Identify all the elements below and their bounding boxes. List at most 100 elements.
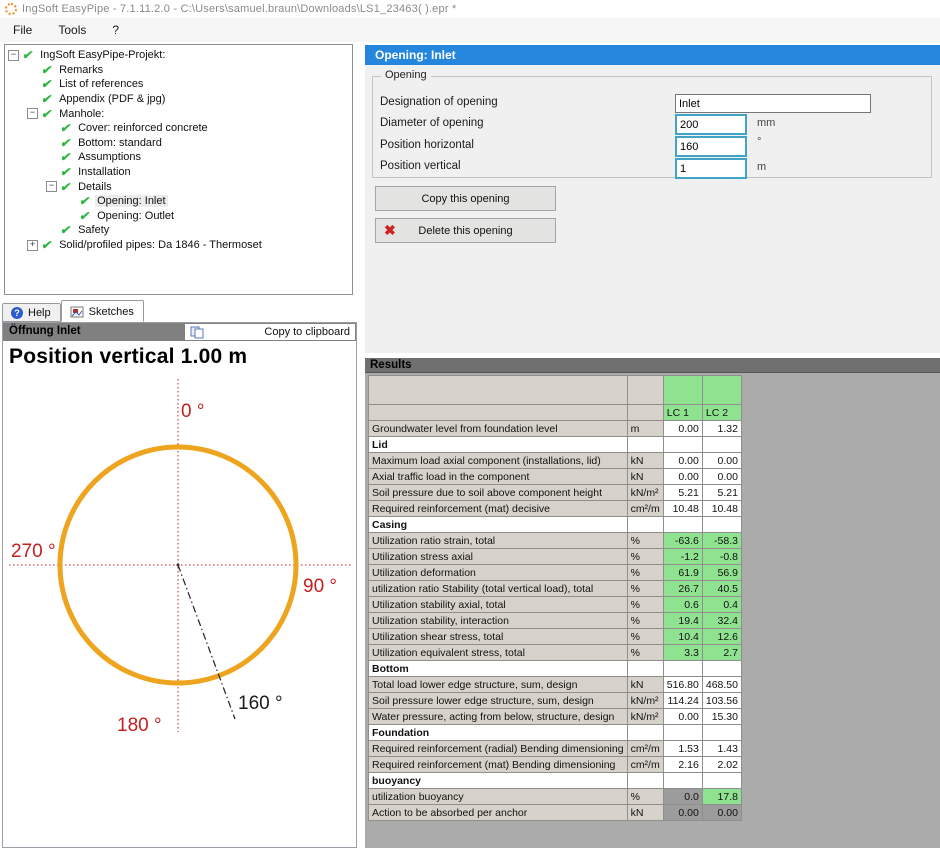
delete-opening-button[interactable]: ✖ Delete this opening (375, 218, 556, 243)
result-label-cell: Maximum load axial component (installati… (369, 453, 628, 469)
result-lc2-cell: 0.00 (702, 805, 741, 821)
result-label-cell: Required reinforcement (mat) decisive (369, 501, 628, 517)
tree-item[interactable]: ✔Assumptions (5, 150, 352, 165)
green-check-icon: ✔ (60, 223, 73, 237)
tree-item[interactable]: −✔Details (5, 179, 352, 194)
results-data-row: Soil pressure lower edge structure, sum,… (369, 693, 742, 709)
menu-bar: File Tools ? (0, 18, 940, 42)
tree-item-label[interactable]: Solid/profiled pipes: Da 1846 - Thermose… (57, 239, 264, 251)
results-data-row: Utilization equivalent stress, total%3.3… (369, 645, 742, 661)
tree-item-label[interactable]: Details (76, 181, 114, 193)
result-label-cell: Soil pressure lower edge structure, sum,… (369, 693, 628, 709)
result-label-cell: buoyancy (369, 773, 628, 789)
copy-opening-button[interactable]: Copy this opening (375, 186, 556, 211)
diameter-input[interactable] (675, 114, 747, 135)
result-lc2-cell (702, 725, 741, 741)
tree-item[interactable]: ✔Remarks (5, 63, 352, 78)
results-header-row-1 (369, 376, 742, 405)
tree-item-label[interactable]: Installation (76, 166, 133, 178)
result-lc2-cell: 0.00 (702, 469, 741, 485)
angle-label-90: 90 ° (303, 576, 337, 597)
result-lc1-cell: 19.4 (663, 613, 702, 629)
tree-item[interactable]: ✔Bottom: standard (5, 136, 352, 151)
tree-item-label[interactable]: Assumptions (76, 151, 143, 163)
tree-item-label[interactable]: Opening: Inlet (95, 195, 168, 207)
result-lc2-cell: 17.8 (702, 789, 741, 805)
tree-item[interactable]: −✔Manhole: (5, 106, 352, 121)
collapse-box-icon[interactable]: − (8, 50, 19, 61)
lc2-header: LC 2 (702, 405, 741, 421)
tree-item[interactable]: ✔Opening: Outlet (5, 209, 352, 224)
result-lc2-cell: 40.5 (702, 581, 741, 597)
result-label-cell: Bottom (369, 661, 628, 677)
tab-help-label: Help (28, 307, 51, 319)
tree-item-label[interactable]: Safety (76, 224, 111, 236)
tree-item[interactable]: ✔Safety (5, 223, 352, 238)
green-check-icon: ✔ (60, 180, 73, 194)
results-data-row: Soil pressure due to soil above componen… (369, 485, 742, 501)
delete-opening-label: Delete this opening (418, 225, 512, 237)
app-logo-icon (5, 3, 17, 15)
tree-item-label[interactable]: List of references (57, 78, 145, 90)
result-lc1-cell: 2.16 (663, 757, 702, 773)
help-icon: ? (11, 307, 23, 319)
tab-help[interactable]: ? Help (2, 303, 61, 322)
tree-item-label[interactable]: Cover: reinforced concrete (76, 122, 210, 134)
tab-sketches[interactable]: Sketches (61, 300, 144, 322)
green-check-icon: ✔ (41, 238, 54, 252)
result-unit-cell (627, 773, 663, 789)
position-vertical-input[interactable] (675, 158, 747, 179)
green-check-icon: ✔ (60, 136, 73, 150)
menu-tools[interactable]: Tools (45, 20, 99, 40)
result-label-cell: Total load lower edge structure, sum, de… (369, 677, 628, 693)
result-lc1-cell (663, 437, 702, 453)
result-lc1-cell: 0.00 (663, 453, 702, 469)
tree-item[interactable]: ✔Appendix (PDF & jpg) (5, 92, 352, 107)
tree-item-label[interactable]: Remarks (57, 64, 105, 76)
result-lc2-cell: 0.00 (702, 453, 741, 469)
result-label-cell: Water pressure, acting from below, struc… (369, 709, 628, 725)
tree-item-label[interactable]: Bottom: standard (76, 137, 164, 149)
position-horizontal-unit: ° (757, 136, 761, 148)
result-lc2-cell: 15.30 (702, 709, 741, 725)
tree-item[interactable]: ✔Opening: Inlet (5, 194, 352, 209)
result-unit-cell: m (627, 421, 663, 437)
tree-item[interactable]: +✔Solid/profiled pipes: Da 1846 - Thermo… (5, 238, 352, 253)
expand-box-icon[interactable]: + (27, 240, 38, 251)
green-check-icon: ✔ (22, 48, 35, 62)
position-horizontal-input[interactable] (675, 136, 747, 157)
result-unit-cell: % (627, 789, 663, 805)
copy-to-clipboard-button[interactable]: Copy to clipboard (184, 323, 356, 341)
designation-input[interactable] (675, 94, 871, 113)
tree-item[interactable]: ✔Installation (5, 165, 352, 180)
tree-item-label[interactable]: Opening: Outlet (95, 210, 176, 222)
result-unit-cell: kN (627, 677, 663, 693)
tree-item-label[interactable]: Appendix (PDF & jpg) (57, 93, 167, 105)
results-data-row: Utilization stress axial%-1.2-0.8 (369, 549, 742, 565)
result-lc1-cell: 114.24 (663, 693, 702, 709)
copy-to-clipboard-label: Copy to clipboard (264, 326, 350, 338)
angle-label-position: 160 ° (238, 693, 283, 714)
menu-help[interactable]: ? (99, 20, 132, 40)
result-label-cell: Casing (369, 517, 628, 533)
tree-item-label[interactable]: Manhole: (57, 108, 106, 120)
result-lc2-cell: -58.3 (702, 533, 741, 549)
menu-file[interactable]: File (0, 20, 45, 40)
opening-direction-line (178, 565, 235, 719)
position-vertical-unit: m (757, 161, 766, 173)
result-unit-cell: % (627, 597, 663, 613)
tree-item-label[interactable]: IngSoft EasyPipe-Projekt: (38, 49, 167, 61)
result-label-cell: utilization buoyancy (369, 789, 628, 805)
result-lc1-cell: 1.53 (663, 741, 702, 757)
sketch-header: Öffnung Inlet Copy to clipboard (3, 323, 356, 341)
tree-item[interactable]: −✔IngSoft EasyPipe-Projekt: (5, 48, 352, 63)
collapse-box-icon[interactable]: − (46, 181, 57, 192)
result-lc1-cell: 0.00 (663, 709, 702, 725)
results-panel: Results LC 1 LC 2 Groundwater level from… (365, 358, 940, 848)
result-lc1-cell: -1.2 (663, 549, 702, 565)
tree-item[interactable]: ✔Cover: reinforced concrete (5, 121, 352, 136)
collapse-box-icon[interactable]: − (27, 108, 38, 119)
result-lc1-cell: 3.3 (663, 645, 702, 661)
result-lc2-cell (702, 773, 741, 789)
tree-item[interactable]: ✔List of references (5, 77, 352, 92)
